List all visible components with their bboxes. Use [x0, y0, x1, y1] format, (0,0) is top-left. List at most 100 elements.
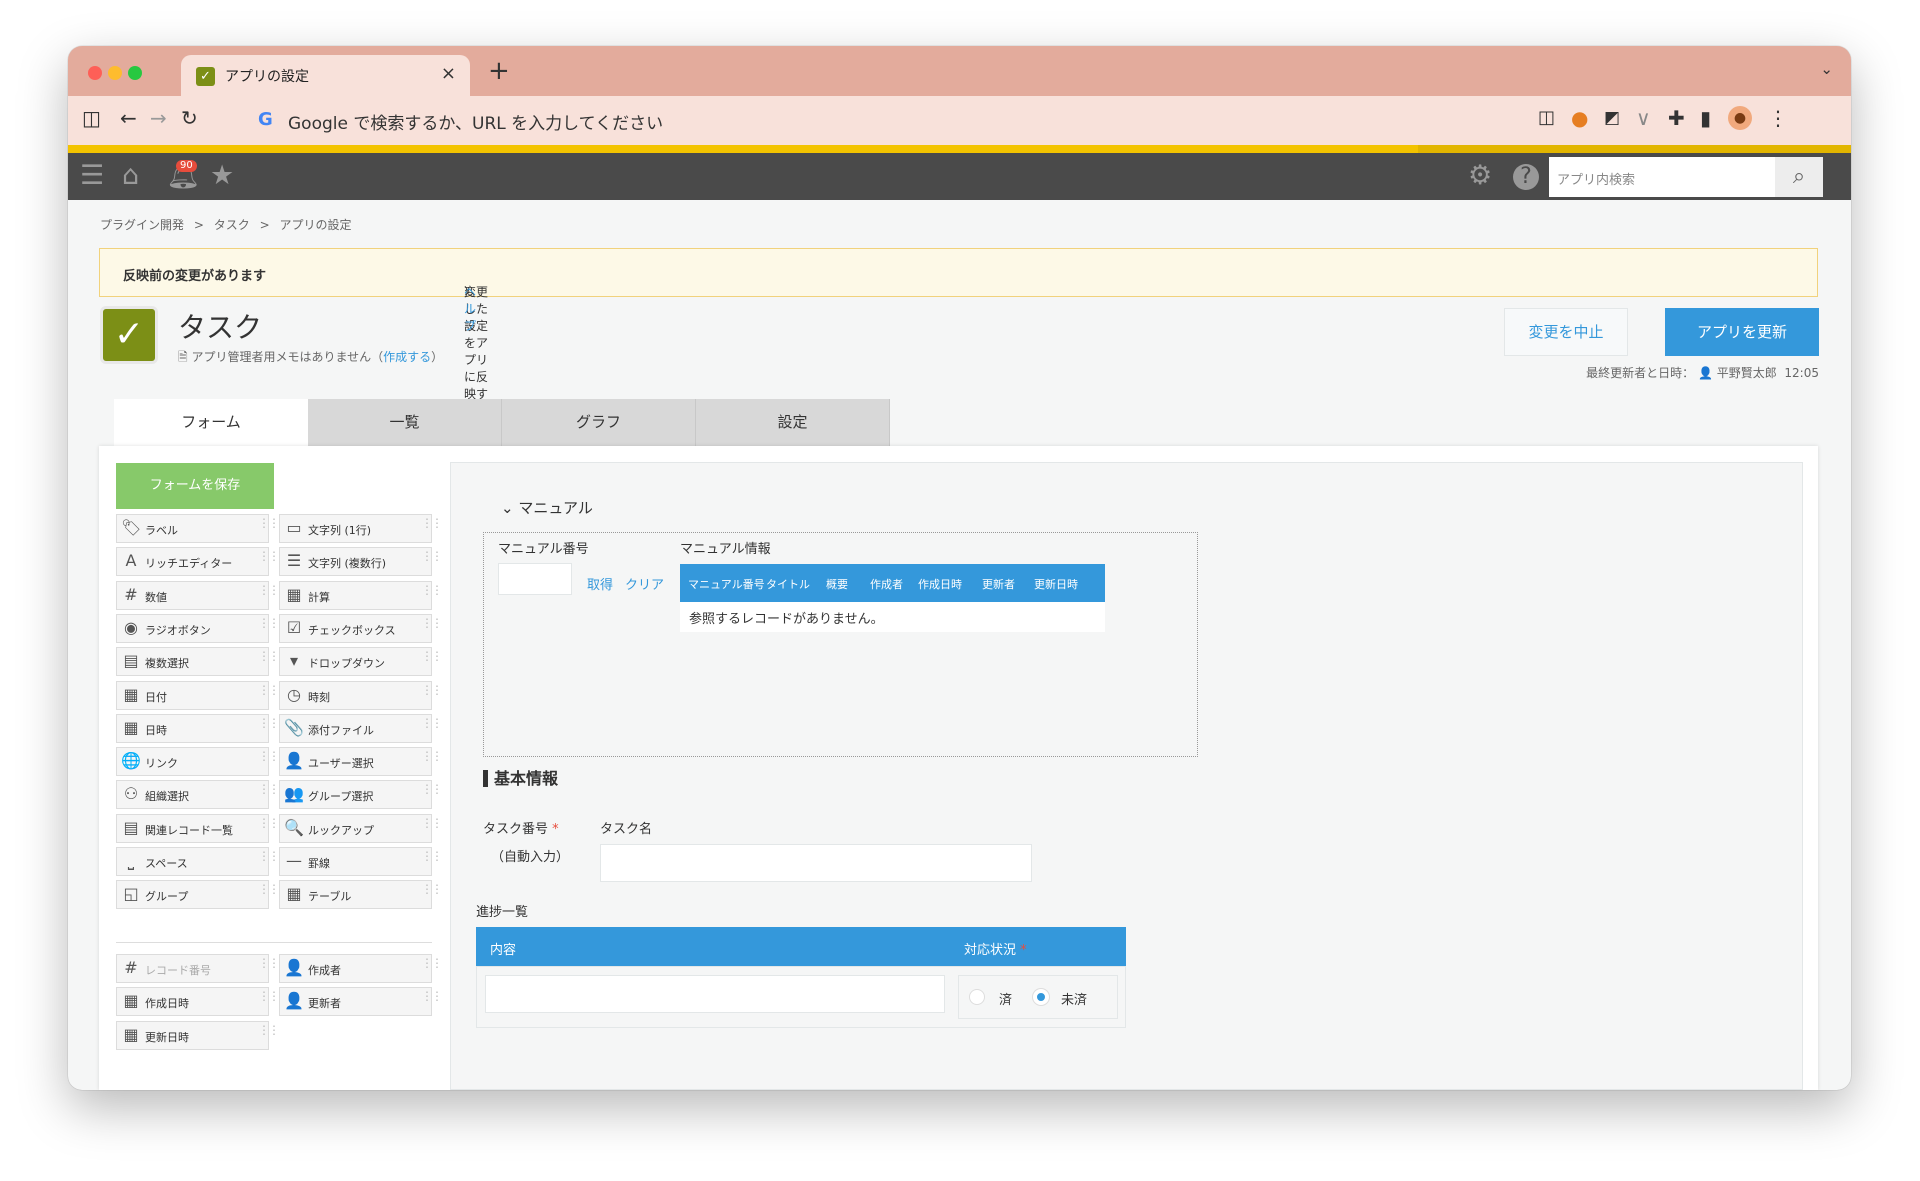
- tab-settings[interactable]: 設定: [696, 399, 890, 446]
- drag-handle-icon[interactable]: ⋮⋮: [258, 684, 280, 696]
- update-app-button[interactable]: アプリを更新: [1665, 308, 1819, 356]
- drag-handle-icon[interactable]: ⋮⋮: [258, 883, 280, 895]
- app-search-input[interactable]: アプリ内検索: [1549, 157, 1775, 197]
- palette-field-item[interactable]: ⎵ スペース ⋮⋮: [116, 847, 280, 876]
- palette-field-item[interactable]: 🔍 ルックアップ ⋮⋮: [279, 813, 443, 843]
- drag-handle-icon[interactable]: ⋮⋮: [258, 517, 280, 529]
- drag-handle-icon[interactable]: ⋮⋮: [421, 717, 443, 729]
- drag-handle-icon[interactable]: ⋮⋮: [421, 617, 443, 629]
- home-icon[interactable]: ⌂: [122, 162, 139, 190]
- drag-handle-icon[interactable]: ⋮⋮: [258, 783, 280, 795]
- tab-form[interactable]: フォーム: [114, 399, 308, 446]
- maximize-window-button[interactable]: [128, 66, 142, 80]
- save-form-button[interactable]: フォームを保存: [116, 463, 274, 509]
- get-link[interactable]: 取得: [587, 574, 613, 593]
- palette-field-item[interactable]: ▦ 更新日時 ⋮⋮: [116, 1020, 280, 1050]
- create-memo-link[interactable]: 作成する: [383, 350, 431, 364]
- palette-field-item[interactable]: ◷ 時刻 ⋮⋮: [279, 680, 443, 710]
- reading-mode-icon[interactable]: ◫: [1538, 106, 1555, 130]
- star-icon[interactable]: ★: [210, 162, 234, 190]
- search-button[interactable]: ⌕: [1775, 157, 1823, 197]
- profile-avatar[interactable]: ●: [1728, 106, 1752, 130]
- drag-handle-icon[interactable]: ⋮⋮: [258, 817, 280, 829]
- palette-field-item[interactable]: ▦ 作成日時 ⋮⋮: [116, 987, 280, 1017]
- palette-field-item[interactable]: # レコード番号 ⋮⋮: [116, 954, 280, 983]
- extension-color-icon[interactable]: ●: [1571, 106, 1588, 130]
- drag-handle-icon[interactable]: ⋮⋮: [421, 517, 443, 529]
- drag-handle-icon[interactable]: ⋮⋮: [258, 584, 280, 596]
- drag-handle-icon[interactable]: ⋮⋮: [258, 750, 280, 762]
- help-icon[interactable]: ?: [1513, 164, 1539, 190]
- palette-field-item[interactable]: ▾ ドロップダウン ⋮⋮: [279, 647, 443, 677]
- palette-field-item[interactable]: 🌐 リンク ⋮⋮: [116, 747, 280, 777]
- browser-tab[interactable]: ✓ アプリの設定 ×: [181, 55, 470, 96]
- group-header[interactable]: ⌄ マニュアル: [501, 497, 593, 518]
- drag-handle-icon[interactable]: ⋮⋮: [258, 957, 280, 969]
- palette-field-item[interactable]: ⚇ 組織選択 ⋮⋮: [116, 780, 280, 810]
- task-name-input[interactable]: [600, 844, 1032, 882]
- palette-field-item[interactable]: 🏷 ラベル ⋮⋮: [116, 514, 280, 543]
- menu-kebab-icon[interactable]: ⋮: [1768, 106, 1788, 130]
- omnibox[interactable]: G Google で検索するか、URL を入力してください: [258, 104, 1558, 136]
- drag-handle-icon[interactable]: ⋮⋮: [421, 684, 443, 696]
- palette-field-item[interactable]: # 数値 ⋮⋮: [116, 580, 280, 610]
- clear-link[interactable]: クリア: [625, 574, 664, 593]
- palette-field-item[interactable]: ☑ チェックボックス ⋮⋮: [279, 613, 443, 643]
- drag-handle-icon[interactable]: ⋮⋮: [258, 717, 280, 729]
- palette-field-item[interactable]: 📎 添付ファイル ⋮⋮: [279, 713, 443, 743]
- palette-field-item[interactable]: ▤ 関連レコード一覧 ⋮⋮: [116, 813, 280, 843]
- extensions-puzzle-icon[interactable]: ✚: [1668, 106, 1685, 130]
- breadcrumb-item[interactable]: タスク: [214, 218, 250, 232]
- radio-notdone[interactable]: [1033, 989, 1049, 1005]
- side-panel-icon[interactable]: ▮: [1700, 106, 1711, 130]
- close-window-button[interactable]: [88, 66, 102, 80]
- close-tab-icon[interactable]: ×: [441, 63, 456, 84]
- minimize-window-button[interactable]: [108, 66, 122, 80]
- radio-done[interactable]: [969, 989, 985, 1005]
- palette-field-item[interactable]: 👤 更新者 ⋮⋮: [279, 987, 443, 1017]
- palette-field-item[interactable]: ▭ 文字列 (1行) ⋮⋮: [279, 514, 443, 543]
- tab-graph[interactable]: グラフ: [502, 399, 696, 446]
- breadcrumb-item[interactable]: プラグイン開発: [100, 218, 184, 232]
- back-icon[interactable]: ←: [120, 106, 137, 130]
- reload-icon[interactable]: ↻: [181, 106, 198, 130]
- tab-list[interactable]: 一覧: [308, 399, 502, 446]
- drag-handle-icon[interactable]: ⋮⋮: [421, 850, 443, 862]
- palette-field-item[interactable]: ▦ テーブル ⋮⋮: [279, 880, 443, 910]
- drag-handle-icon[interactable]: ⋮⋮: [421, 584, 443, 596]
- vivaldi-icon[interactable]: ∨: [1636, 106, 1651, 130]
- palette-field-item[interactable]: — 罫線 ⋮⋮: [279, 847, 443, 876]
- new-tab-icon[interactable]: +: [488, 56, 510, 86]
- gear-icon[interactable]: ⚙: [1468, 162, 1492, 190]
- content-input[interactable]: [485, 975, 945, 1013]
- forward-icon[interactable]: →: [150, 106, 167, 130]
- drag-handle-icon[interactable]: ⋮⋮: [421, 883, 443, 895]
- sidebar-icon[interactable]: ◫: [82, 106, 101, 130]
- drag-handle-icon[interactable]: ⋮⋮: [258, 650, 280, 662]
- drag-handle-icon[interactable]: ⋮⋮: [421, 783, 443, 795]
- drag-handle-icon[interactable]: ⋮⋮: [421, 817, 443, 829]
- palette-field-item[interactable]: ▦ 日付 ⋮⋮: [116, 680, 280, 710]
- palette-field-item[interactable]: ▤ 複数選択 ⋮⋮: [116, 647, 280, 677]
- palette-field-item[interactable]: 👤 作成者 ⋮⋮: [279, 954, 443, 983]
- cancel-changes-button[interactable]: 変更を中止: [1504, 308, 1628, 356]
- drag-handle-icon[interactable]: ⋮⋮: [258, 617, 280, 629]
- drag-handle-icon[interactable]: ⋮⋮: [421, 550, 443, 562]
- send-icon[interactable]: ◩: [1604, 106, 1620, 130]
- palette-field-item[interactable]: ☰ 文字列 (複数行) ⋮⋮: [279, 547, 443, 577]
- drag-handle-icon[interactable]: ⋮⋮: [421, 957, 443, 969]
- palette-field-item[interactable]: 👥 グループ選択 ⋮⋮: [279, 780, 443, 810]
- chevron-down-icon[interactable]: ⌄: [1820, 60, 1833, 78]
- palette-field-item[interactable]: ◉ ラジオボタン ⋮⋮: [116, 613, 280, 643]
- drag-handle-icon[interactable]: ⋮⋮: [421, 750, 443, 762]
- drag-handle-icon[interactable]: ⋮⋮: [258, 990, 280, 1002]
- drag-handle-icon[interactable]: ⋮⋮: [258, 850, 280, 862]
- drag-handle-icon[interactable]: ⋮⋮: [421, 650, 443, 662]
- palette-field-item[interactable]: ▦ 計算 ⋮⋮: [279, 580, 443, 610]
- palette-field-item[interactable]: ◱ グループ ⋮⋮: [116, 880, 280, 910]
- drag-handle-icon[interactable]: ⋮⋮: [258, 550, 280, 562]
- hamburger-menu-icon[interactable]: ☰: [80, 162, 104, 190]
- drag-handle-icon[interactable]: ⋮⋮: [421, 990, 443, 1002]
- manual-no-input[interactable]: [498, 563, 572, 595]
- palette-field-item[interactable]: A リッチエディター ⋮⋮: [116, 547, 280, 577]
